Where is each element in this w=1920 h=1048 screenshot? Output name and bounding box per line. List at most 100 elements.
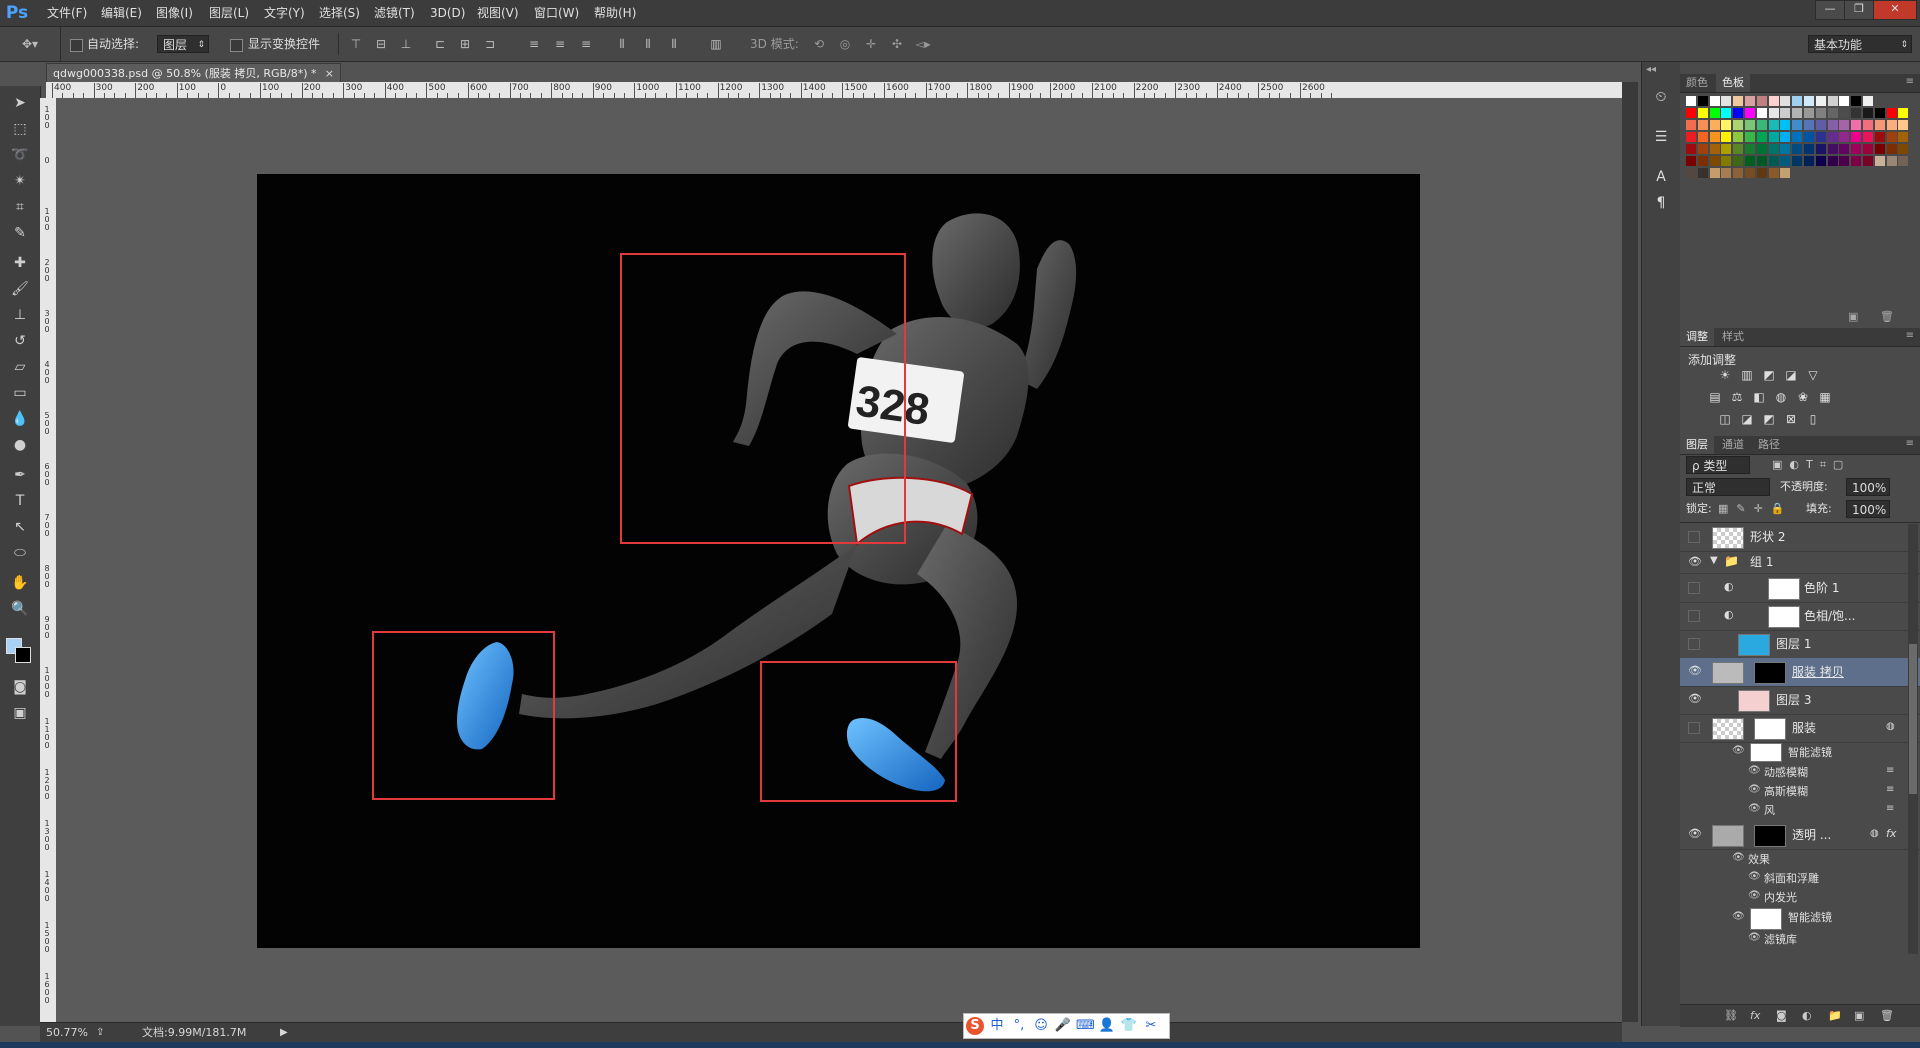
background-color-swatch[interactable] [15, 647, 31, 663]
align-bottom-icon[interactable]: ⊥ [398, 37, 414, 51]
layer-row[interactable]: 👁 透明 ... ◍ fx [1680, 821, 1920, 850]
color-swatch[interactable] [1709, 144, 1720, 154]
color-swatch[interactable] [1804, 108, 1814, 118]
eyedropper-tool-icon[interactable]: ✎ [6, 222, 34, 244]
menu-filter[interactable]: 滤镜(T) [374, 0, 415, 26]
color-swatch[interactable] [1898, 132, 1909, 142]
healing-brush-tool-icon[interactable]: ✚ [6, 252, 34, 274]
delete-layer-icon[interactable]: 🗑 [1880, 1005, 1894, 1027]
color-swatch[interactable] [1804, 144, 1814, 154]
color-swatch[interactable] [1709, 108, 1720, 118]
color-swatch[interactable] [1745, 156, 1755, 166]
panel-menu-icon[interactable]: ≡ [1906, 438, 1914, 449]
color-swatch[interactable] [1874, 144, 1885, 154]
eye-icon[interactable]: 👁 [1688, 692, 1702, 706]
eye-icon[interactable]: 👁 [1748, 784, 1761, 795]
zoom-tool-icon[interactable]: 🔍 [6, 598, 34, 620]
layer-row[interactable]: 图层 1 [1680, 630, 1920, 659]
3d-scale-icon[interactable]: ◅▸ [915, 37, 931, 51]
filter-options-icon[interactable]: ≡ [1886, 765, 1894, 776]
filter-row[interactable]: 👁 风 ≡ [1680, 801, 1920, 820]
ime-voice-icon[interactable]: 🎤 [1054, 1017, 1072, 1035]
align-vcenter-icon[interactable]: ⊟ [373, 37, 389, 51]
auto-align-icon[interactable]: ▥ [708, 37, 724, 51]
color-swatch[interactable] [1768, 156, 1779, 166]
color-balance-icon[interactable]: ⚖ [1728, 389, 1746, 405]
curves-icon[interactable]: ◩ [1760, 367, 1778, 383]
layer-group-row[interactable]: 👁 ▼ 📁 组 1 [1680, 551, 1920, 574]
filter-row[interactable]: 👁 动感模糊 ≡ [1680, 763, 1920, 782]
pen-tool-icon[interactable]: ✒ [6, 464, 34, 486]
blur-tool-icon[interactable]: 💧 [6, 408, 34, 430]
menu-edit[interactable]: 编辑(E) [101, 0, 142, 26]
menu-help[interactable]: 帮助(H) [594, 0, 636, 26]
gradient-tool-icon[interactable]: ▭ [6, 382, 34, 404]
menu-window[interactable]: 窗口(W) [534, 0, 579, 26]
swatch-grid[interactable] [1686, 96, 1914, 246]
color-swatch[interactable] [1745, 120, 1755, 130]
color-swatch[interactable] [1827, 156, 1838, 166]
color-lookup-icon[interactable]: ▦ [1816, 389, 1834, 405]
color-swatch[interactable] [1721, 108, 1732, 118]
color-swatch[interactable] [1756, 132, 1767, 142]
history-panel-icon[interactable]: ⏲ [1648, 86, 1674, 108]
marquee-tool-icon[interactable]: ⬚ [6, 118, 34, 140]
color-swatch[interactable] [1686, 132, 1696, 142]
fx-icon[interactable]: fx [1886, 827, 1896, 840]
color-swatch[interactable] [1815, 120, 1826, 130]
layer-filter-icons[interactable]: ▣◐T⌗▢ [1772, 458, 1850, 472]
3d-rotate-icon[interactable]: ⟲ [811, 37, 827, 51]
clone-stamp-tool-icon[interactable]: ⊥ [6, 304, 34, 326]
color-swatch[interactable] [1792, 120, 1803, 130]
menu-select[interactable]: 选择(S) [319, 0, 360, 26]
color-swatch[interactable] [1863, 120, 1873, 130]
color-swatch[interactable] [1768, 144, 1779, 154]
show-transform-checkbox[interactable] [230, 39, 243, 52]
menu-view[interactable]: 视图(V) [477, 0, 519, 26]
color-swatch[interactable] [1804, 132, 1814, 142]
workspace-dropdown[interactable]: 基本功能 ⇕ [1808, 35, 1912, 53]
color-swatch[interactable] [1839, 156, 1850, 166]
color-swatch[interactable] [1874, 156, 1885, 166]
color-swatch[interactable] [1815, 132, 1826, 142]
color-swatch[interactable] [1780, 132, 1791, 142]
color-swatch[interactable] [1780, 144, 1791, 154]
color-swatch[interactable] [1804, 96, 1814, 106]
exposure-icon[interactable]: ◪ [1782, 367, 1800, 383]
eye-icon[interactable]: 👁 [1688, 664, 1702, 678]
eye-icon[interactable]: 👁 [1748, 932, 1761, 943]
color-swatch[interactable] [1874, 108, 1885, 118]
color-swatch[interactable] [1697, 96, 1708, 106]
ime-punctuation-icon[interactable]: °, [1010, 1017, 1028, 1035]
add-mask-icon[interactable]: ◙ [1776, 1005, 1787, 1027]
fx-icon[interactable]: fx [1750, 1005, 1760, 1027]
color-swatch[interactable] [1756, 108, 1767, 118]
color-swatch[interactable] [1780, 96, 1791, 106]
color-swatch[interactable] [1839, 132, 1850, 142]
eye-icon[interactable]: 👁 [1748, 803, 1761, 814]
auto-select-dropdown[interactable]: 图层 ⇕ [157, 35, 209, 53]
eye-icon[interactable]: 👁 [1732, 852, 1745, 863]
levels-icon[interactable]: ▥ [1738, 367, 1756, 383]
panel-menu-icon[interactable]: ≡ [1906, 330, 1914, 341]
color-swatch[interactable] [1733, 156, 1744, 166]
color-swatch[interactable] [1898, 156, 1909, 166]
eye-icon[interactable]: 👁 [1688, 555, 1702, 569]
distribute-bottom-icon[interactable]: ≡ [578, 37, 594, 51]
layer-row[interactable]: 👁 图层 3 [1680, 686, 1920, 715]
visibility-toggle[interactable] [1688, 722, 1700, 734]
color-swatch[interactable] [1709, 96, 1720, 106]
black-white-icon[interactable]: ◧ [1750, 389, 1768, 405]
lock-icons[interactable]: ▦✎✛🔒 [1718, 500, 1793, 518]
collapse-arrows-icon[interactable]: ◂◂ [1646, 64, 1656, 75]
layer-row[interactable]: 服装 ◍ [1680, 714, 1920, 743]
layers-scrollbar[interactable] [1908, 524, 1918, 954]
minimize-button[interactable]: — [1815, 0, 1845, 20]
eraser-tool-icon[interactable]: ▱ [6, 356, 34, 378]
color-swatch[interactable] [1756, 120, 1767, 130]
color-swatch[interactable] [1745, 144, 1755, 154]
tab-swatches[interactable]: 色板 [1716, 74, 1750, 92]
color-swatch[interactable] [1686, 144, 1696, 154]
3d-slide-icon[interactable]: ✣ [889, 37, 905, 51]
color-swatch[interactable] [1721, 132, 1732, 142]
